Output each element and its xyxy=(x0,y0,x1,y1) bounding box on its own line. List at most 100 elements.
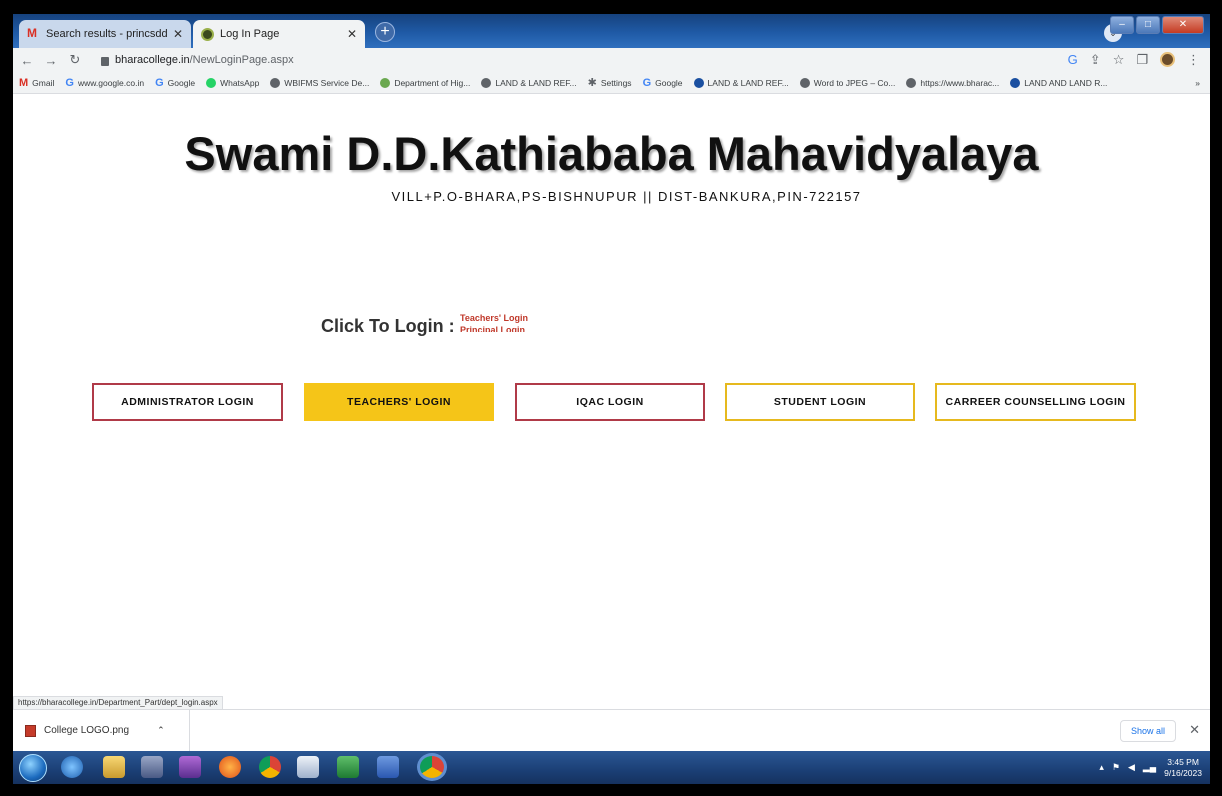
url-path: /NewLoginPage.aspx xyxy=(189,54,294,66)
minimize-button[interactable]: – xyxy=(1110,16,1134,34)
bookmark-word-to-jpeg[interactable]: Word to JPEG – Co... xyxy=(799,77,896,88)
video-app-icon[interactable] xyxy=(179,756,201,778)
login-button-row: ADMINISTRATOR LOGIN TEACHERS' LOGIN IQAC… xyxy=(92,383,1142,421)
close-icon[interactable]: ✕ xyxy=(1189,722,1200,738)
network-signal-icon[interactable]: ▂▄ xyxy=(1143,762,1156,773)
page-title: Swami D.D.Kathiababa Mahavidyalaya xyxy=(184,127,1039,180)
clock-date: 9/16/2023 xyxy=(1164,767,1202,778)
chrome-active-icon[interactable] xyxy=(417,753,447,781)
google-icon: G xyxy=(65,76,74,89)
maximize-button[interactable]: □ xyxy=(1136,16,1160,34)
globe-icon xyxy=(270,77,281,88)
back-arrow-icon[interactable]: ← xyxy=(17,53,37,68)
login-marquee: Teachers' Login Principal Login xyxy=(460,312,560,332)
bookmark-label: www.google.co.in xyxy=(77,77,145,88)
bookmarks-more-button[interactable]: » xyxy=(1195,78,1200,88)
bookmark-label: Department of Hig... xyxy=(394,77,471,88)
new-tab-button[interactable]: + xyxy=(375,22,395,42)
close-icon[interactable]: ✕ xyxy=(347,27,357,41)
bookmark-label: Google xyxy=(167,77,196,88)
system-clock[interactable]: 3:45 PM 9/16/2023 xyxy=(1164,757,1202,779)
volume-icon[interactable]: ◀ xyxy=(1128,762,1135,773)
teachers-login-button[interactable]: TEACHERS' LOGIN xyxy=(304,383,494,421)
bookmark-label: Settings xyxy=(600,77,632,88)
share-icon[interactable]: ⇪ xyxy=(1090,52,1101,68)
bookmark-label: Gmail xyxy=(32,77,55,88)
bookmark-bharac[interactable]: https://www.bharac... xyxy=(906,77,1000,88)
browser-toolbar: ← → ↻ bharacollege.in/NewLoginPage.aspx … xyxy=(13,48,1210,72)
iqac-login-button[interactable]: IQAC LOGIN xyxy=(515,383,705,421)
student-login-button[interactable]: STUDENT LOGIN xyxy=(725,383,915,421)
site-favicon-icon xyxy=(201,27,214,41)
firefox-icon[interactable] xyxy=(219,756,241,778)
bookmark-label: WhatsApp xyxy=(220,77,260,88)
window-close-button[interactable]: ✕ xyxy=(1162,16,1204,34)
bookmark-whatsapp[interactable]: WhatsApp xyxy=(206,77,260,88)
start-button[interactable] xyxy=(19,754,47,782)
profile-avatar-icon[interactable] xyxy=(1160,52,1175,67)
administrator-login-button[interactable]: ADMINISTRATOR LOGIN xyxy=(92,383,283,421)
show-all-button[interactable]: Show all xyxy=(1119,720,1176,742)
media-player-icon[interactable] xyxy=(141,756,163,778)
bookmark-google-co-in[interactable]: Gwww.google.co.in xyxy=(65,77,144,89)
reload-icon[interactable]: ↻ xyxy=(65,52,85,68)
file-explorer-icon[interactable] xyxy=(103,756,125,778)
download-file-name: College LOGO.png xyxy=(44,725,130,736)
tab-login-page[interactable]: Log In Page ✕ xyxy=(193,20,365,48)
emblem-icon xyxy=(380,77,391,88)
close-icon[interactable]: ✕ xyxy=(173,27,183,41)
bookmark-label: WBIFMS Service De... xyxy=(284,77,370,88)
tray-arrow-icon[interactable]: ▴ xyxy=(1099,762,1104,773)
site-icon xyxy=(693,77,704,88)
globe-icon xyxy=(906,77,917,88)
side-panel-icon[interactable]: ❐ xyxy=(1136,52,1148,68)
bookmark-google-2[interactable]: G Google xyxy=(643,77,683,89)
tab-label: Search results - princsddkm@gm xyxy=(46,28,167,40)
marquee-link-teachers[interactable]: Teachers' Login xyxy=(460,312,560,324)
globe-icon xyxy=(481,77,492,88)
bookmark-land-3[interactable]: LAND AND LAND R... xyxy=(1010,77,1108,88)
bookmark-settings[interactable]: ✱ Settings xyxy=(588,76,632,89)
bookmark-star-icon[interactable]: ☆ xyxy=(1113,52,1125,68)
windows-taskbar: ▴ ⚑ ◀ ▂▄ 3:45 PM 9/16/2023 xyxy=(13,751,1210,784)
bookmark-gmail[interactable]: M Gmail xyxy=(19,77,54,89)
download-bar: College LOGO.png ⌃ Show all ✕ xyxy=(13,709,1210,751)
bookmark-label: Word to JPEG – Co... xyxy=(813,77,896,88)
click-to-login-label: Click To Login : xyxy=(321,316,455,336)
bookmark-label: Google xyxy=(655,77,683,88)
globe-icon xyxy=(799,77,810,88)
chrome-icon[interactable] xyxy=(259,756,281,778)
google-icon: G xyxy=(155,76,164,89)
marquee-link-principal[interactable]: Principal Login xyxy=(460,324,560,332)
bookmark-label: https://www.bharac... xyxy=(920,77,1000,88)
word-icon[interactable] xyxy=(377,756,399,778)
toolbar-icons: G ⇪ ☆ ❐ ⋮ xyxy=(1068,52,1200,68)
bookmark-wbifms[interactable]: WBIFMS Service De... xyxy=(270,77,370,88)
google-icon: G xyxy=(642,76,652,89)
excel-icon[interactable] xyxy=(337,756,359,778)
bookmark-google[interactable]: G Google xyxy=(155,77,195,89)
menu-dots-icon[interactable]: ⋮ xyxy=(1187,52,1200,68)
whatsapp-icon xyxy=(206,77,217,88)
clock-time: 3:45 PM xyxy=(1167,756,1199,767)
page-content: Swami D.D.Kathiababa Mahavidyalaya VILL+… xyxy=(13,94,1210,706)
google-translate-icon[interactable]: G xyxy=(1068,52,1078,68)
forward-arrow-icon[interactable]: → xyxy=(41,53,61,68)
address-bar[interactable]: bharacollege.in/NewLoginPage.aspx xyxy=(93,50,1068,70)
download-item[interactable]: College LOGO.png ⌃ xyxy=(13,710,190,751)
internet-explorer-icon[interactable] xyxy=(61,756,83,778)
bookmark-department[interactable]: Department of Hig... xyxy=(380,77,471,88)
tab-search-results[interactable]: Search results - princsddkm@gm ✕ xyxy=(19,20,191,48)
bookmark-land-1[interactable]: LAND & LAND REF... xyxy=(481,77,577,88)
bookmark-label: LAND AND LAND R... xyxy=(1024,77,1108,88)
gear-icon: ✱ xyxy=(587,77,597,89)
chevron-up-icon[interactable]: ⌃ xyxy=(157,725,165,736)
bookmark-land-2[interactable]: LAND & LAND REF... xyxy=(693,77,789,88)
career-counselling-login-button[interactable]: CARREER COUNSELLING LOGIN xyxy=(935,383,1136,421)
status-url-bubble: https://bharacollege.in/Department_Part/… xyxy=(13,696,223,710)
flag-icon[interactable]: ⚑ xyxy=(1112,762,1120,773)
site-icon xyxy=(1010,77,1021,88)
archive-app-icon[interactable] xyxy=(297,756,319,778)
gmail-icon xyxy=(27,26,40,40)
page-subtitle: VILL+P.O-BHARA,PS-BISHNUPUR || DIST-BANK… xyxy=(391,189,862,204)
